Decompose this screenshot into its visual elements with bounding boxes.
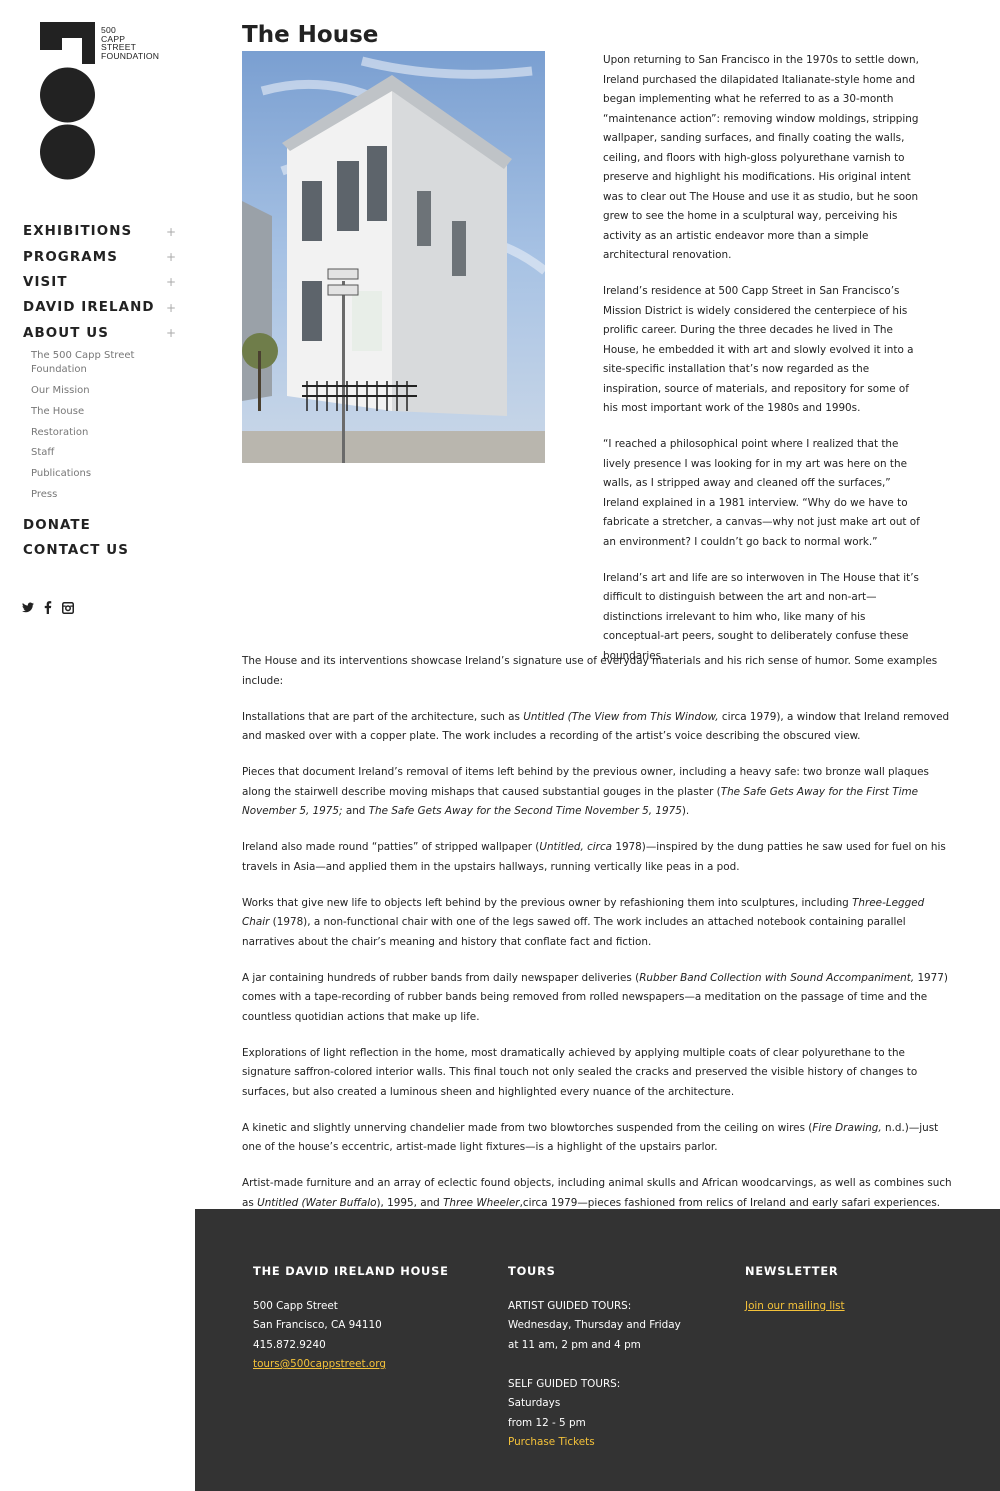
sidebar-nav: EXHIBITIONS + PROGRAMS + VISIT + DAVID I…	[23, 219, 178, 563]
artwork-title: Three Wheeler	[443, 1196, 520, 1209]
footer-heading: NEWSLETTER	[745, 1264, 839, 1278]
nav-label: VISIT	[23, 274, 68, 290]
paragraph: Works that give new life to objects left…	[242, 894, 954, 953]
footer-heading: TOURS	[508, 1264, 556, 1278]
subnav-item-restoration[interactable]: Restoration	[31, 426, 178, 440]
plus-icon[interactable]: +	[166, 250, 176, 264]
paragraph: Upon returning to San Francisco in the 1…	[603, 54, 919, 261]
text-span: Works that give new life to objects left…	[242, 896, 853, 909]
subnav-item-mission[interactable]: Our Mission	[31, 384, 178, 398]
tour-days: Wednesday, Thursday and Friday	[508, 1319, 681, 1331]
text-span: A jar containing hundreds of rubber band…	[242, 971, 640, 984]
paragraph: Ireland also made round “patties” of str…	[242, 838, 954, 877]
social-links	[22, 601, 74, 614]
subnav-item-foundation[interactable]: The 500 Capp Street Foundation	[31, 349, 178, 376]
phone-number: 415.872.9240	[253, 1338, 326, 1351]
address-line: San Francisco, CA 94110	[253, 1319, 382, 1331]
page-title: The House	[242, 22, 379, 48]
nav-item-exhibitions[interactable]: EXHIBITIONS +	[23, 219, 178, 244]
subnav-item-press[interactable]: Press	[31, 488, 178, 502]
nav-item-visit[interactable]: VISIT +	[23, 270, 178, 295]
text-span: A kinetic and slightly unnerving chandel…	[242, 1121, 813, 1134]
tour-days: Saturdays	[508, 1397, 561, 1409]
mailing-list-link[interactable]: Join our mailing list	[745, 1300, 845, 1312]
twitter-icon[interactable]	[22, 602, 34, 613]
text-span: ).	[681, 805, 690, 817]
nav-label: CONTACT US	[23, 543, 130, 559]
email-link[interactable]: tours@500cappstreet.org	[253, 1358, 386, 1370]
purchase-tickets-link[interactable]: Purchase Tickets	[508, 1433, 681, 1453]
artwork-title: Untitled (The View from This Window,	[523, 710, 719, 723]
text-span: (1978), a non-functional chair with one …	[242, 916, 906, 948]
text-span: ,circa 1979—pieces fashioned from relics…	[519, 1196, 941, 1209]
plus-icon[interactable]: +	[166, 326, 176, 340]
footer-heading: THE DAVID IRELAND HOUSE	[253, 1264, 449, 1278]
footer-newsletter-column: NEWSLETTER Join our mailing list	[745, 1262, 845, 1316]
nav-item-david-ireland[interactable]: DAVID IRELAND +	[23, 295, 178, 320]
subnav-item-staff[interactable]: Staff	[31, 446, 178, 460]
house-photo	[242, 51, 545, 463]
body-text: The House and its interventions showcase…	[242, 652, 954, 1230]
plus-icon[interactable]: +	[166, 301, 176, 315]
paragraph: Installations that are part of the archi…	[242, 708, 954, 747]
nav-item-contact-us[interactable]: CONTACT US	[23, 538, 178, 563]
nav-label: DONATE	[23, 517, 91, 533]
footer-house-column: THE DAVID IRELAND HOUSE 500 Capp Street …	[253, 1262, 449, 1375]
facebook-icon[interactable]	[44, 601, 52, 614]
paragraph: A kinetic and slightly unnerving chandel…	[242, 1119, 954, 1158]
paragraph: Artist-made furniture and an array of ec…	[242, 1174, 954, 1213]
nav-item-programs[interactable]: PROGRAMS +	[23, 244, 178, 269]
nav-item-about-us[interactable]: ABOUT US +	[23, 321, 178, 346]
plus-icon[interactable]: +	[166, 225, 176, 239]
artwork-title: Untitled (Water Buffalo	[257, 1196, 377, 1209]
paragraph: Pieces that document Ireland’s removal o…	[242, 763, 954, 822]
tour-times: at 11 am, 2 pm and 4 pm	[508, 1338, 641, 1351]
subnav-item-the-house[interactable]: The House	[31, 405, 178, 419]
nav-label: EXHIBITIONS	[23, 224, 133, 240]
text-span: ), 1995, and	[376, 1196, 444, 1209]
nav-label: DAVID IRELAND	[23, 300, 155, 316]
logo-wordmark: 500 CAPP STREET FOUNDATION	[101, 26, 159, 60]
paragraph: The House and its interventions showcase…	[242, 655, 938, 687]
text-span: Installations that are part of the archi…	[242, 710, 524, 723]
nav-label: PROGRAMS	[23, 249, 118, 265]
footer-tours-column: TOURS ARTIST GUIDED TOURS: Wednesday, Th…	[508, 1262, 681, 1453]
paragraph: Ireland’s residence at 500 Capp Street i…	[603, 285, 914, 414]
tour-times: from 12 - 5 pm	[508, 1416, 586, 1429]
instagram-icon[interactable]	[62, 601, 74, 614]
tour-label: ARTIST GUIDED TOURS:	[508, 1299, 632, 1312]
plus-icon[interactable]: +	[166, 275, 176, 289]
intro-text: Upon returning to San Francisco in the 1…	[603, 51, 923, 683]
tour-label: SELF GUIDED TOURS:	[508, 1377, 621, 1390]
text-span: Ireland also made round “patties” of str…	[242, 841, 540, 853]
logo-line: FOUNDATION	[101, 50, 160, 61]
about-subnav: The 500 Capp Street Foundation Our Missi…	[23, 346, 178, 512]
artwork-title: The Safe Gets Away for the Second Time N…	[368, 805, 682, 817]
site-footer: THE DAVID IRELAND HOUSE 500 Capp Street …	[195, 1209, 1000, 1491]
artwork-title: Fire Drawing,	[812, 1121, 882, 1134]
text-span: and	[342, 805, 369, 817]
nav-item-donate[interactable]: DONATE	[23, 512, 178, 537]
paragraph: “I reached a philosophical point where I…	[603, 438, 920, 548]
paragraph: Explorations of light reflection in the …	[242, 1046, 918, 1098]
nav-label: ABOUT US	[23, 325, 109, 341]
artwork-title: Rubber Band Collection with Sound Accomp…	[639, 971, 915, 984]
paragraph: A jar containing hundreds of rubber band…	[242, 969, 954, 1028]
subnav-item-publications[interactable]: Publications	[31, 467, 178, 481]
artwork-title: Untitled, circa	[539, 841, 613, 853]
address-line: 500 Capp Street	[253, 1299, 338, 1312]
